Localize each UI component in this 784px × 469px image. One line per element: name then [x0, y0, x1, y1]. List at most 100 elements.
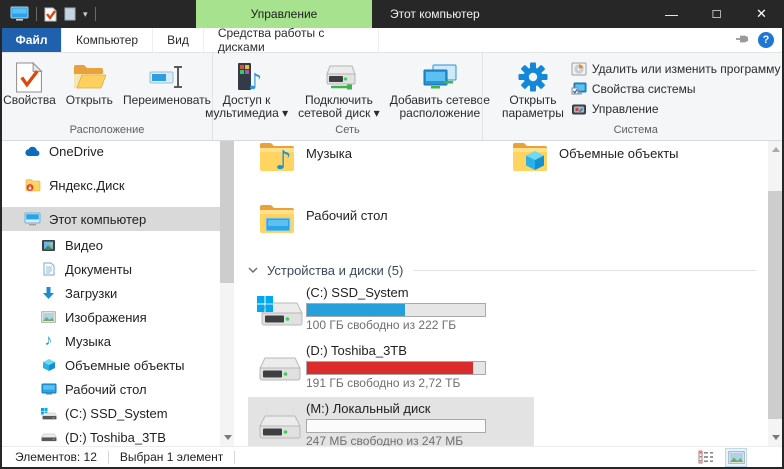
files-pane: ♪ Музыка Объемные объекты Рабочий стол: [234, 141, 768, 446]
new-folder-shortcut-icon[interactable]: [64, 7, 76, 21]
system-properties-icon: [571, 81, 587, 97]
section-header-rule: [413, 270, 756, 271]
tab-file[interactable]: Файл: [2, 28, 62, 52]
rename-label: Переименовать: [123, 94, 211, 107]
drive-name: (C:) SSD_System: [306, 285, 486, 301]
media-access-button[interactable]: ♪ Доступ к мультимедиа ▾: [200, 57, 293, 120]
ribbon-group-system: Открыть параметры Удалить или изменить п…: [482, 53, 784, 140]
ribbon: Свойства Открыть Переименовать Расположе…: [2, 53, 782, 141]
sidebar-label: Яндекс.Диск: [49, 178, 125, 193]
manage-button[interactable]: Управление: [571, 101, 781, 117]
drive-usage-bar: [306, 303, 486, 317]
navigation-scrollbar-down-icon[interactable]: [224, 435, 232, 440]
open-button[interactable]: Открыть: [61, 57, 118, 107]
sidebar-label: (C:) SSD_System: [65, 406, 168, 421]
status-items-count: Элементов: 12: [15, 450, 97, 464]
tab-computer[interactable]: Компьютер: [62, 28, 153, 52]
open-settings-button[interactable]: Открыть параметры: [497, 57, 569, 120]
minimize-button[interactable]: —: [649, 0, 694, 28]
main-scrollbar-up-icon[interactable]: [772, 147, 780, 152]
details-view-button[interactable]: [696, 449, 716, 466]
folder-tile-desktop[interactable]: Рабочий стол: [248, 199, 501, 261]
window-title: Этот компьютер: [390, 0, 480, 28]
folder-label: Рабочий стол: [306, 199, 388, 223]
drive-name: (D:) Toshiba_3TB: [306, 343, 486, 359]
map-network-drive-button[interactable]: Подключить сетевой диск ▾: [293, 57, 385, 120]
section-collapse-chevron-icon[interactable]: [248, 267, 258, 273]
download-arrow-icon: [40, 286, 57, 300]
onedrive-cloud-icon: [24, 146, 41, 157]
properties-shortcut-icon[interactable]: [44, 7, 57, 22]
drive-c-icon: [252, 283, 306, 337]
ribbon-group-network: ♪ Доступ к мультимедиа ▾ Подключить сете…: [212, 53, 482, 140]
drive-tile-d[interactable]: (D:) Toshiba_3TB 191 ГБ свободно из 2,72…: [248, 339, 534, 397]
drive-tile-m[interactable]: (M:) Локальный диск 247 МБ свободно из 2…: [248, 397, 534, 446]
drive-free-space: 247 МБ свободно из 247 МБ: [306, 434, 486, 446]
folder-label: Музыка: [306, 141, 352, 161]
properties-button[interactable]: Свойства: [0, 57, 61, 107]
tab-disk-tools[interactable]: Средства работы с дисками: [204, 28, 379, 52]
system-properties-label: Свойства системы: [592, 82, 696, 96]
main-scrollbar[interactable]: [768, 141, 782, 446]
add-network-location-label-2: расположение: [400, 107, 481, 120]
navigation-scrollbar-thumb[interactable]: [220, 141, 234, 283]
uninstall-program-button[interactable]: Удалить или изменить программу: [571, 61, 781, 77]
sidebar-item-onedrive[interactable]: OneDrive: [2, 141, 220, 163]
folder-label: Объемные объекты: [559, 141, 679, 161]
sidebar-item-pictures[interactable]: Изображения: [2, 305, 220, 329]
sidebar-label: Загрузки: [65, 286, 117, 301]
sidebar-item-desktop[interactable]: Рабочий стол: [2, 377, 220, 401]
this-pc-icon[interactable]: [10, 6, 29, 22]
drive-usage-bar: [306, 361, 486, 375]
folder-tile-3d-objects[interactable]: Объемные объекты: [501, 141, 754, 199]
close-button[interactable]: ✕: [739, 0, 784, 28]
video-icon: [40, 239, 57, 252]
contextual-tab-header[interactable]: Управление: [196, 0, 372, 28]
main-scrollbar-down-icon[interactable]: [772, 435, 780, 440]
drive-usage-bar: [306, 419, 486, 433]
drive-m-icon: [252, 399, 306, 446]
sidebar-label: Изображения: [65, 310, 147, 325]
sidebar-label: (D:) Toshiba_3TB: [65, 430, 166, 445]
manage-label: Управление: [592, 102, 659, 116]
drive-tile-c[interactable]: (C:) SSD_System 100 ГБ свободно из 222 Г…: [248, 281, 534, 339]
system-drive-icon: [40, 407, 57, 420]
uninstall-program-label: Удалить или изменить программу: [592, 62, 781, 76]
sidebar-item-video[interactable]: Видео: [2, 233, 220, 257]
network-location-icon: [422, 60, 458, 94]
tab-view[interactable]: Вид: [153, 28, 204, 52]
sidebar-item-3d-objects[interactable]: Объемные объекты: [2, 353, 220, 377]
cube-icon: [40, 358, 57, 372]
drive-usage-fill: [307, 362, 473, 374]
document-icon: [40, 262, 57, 276]
folder-tile-music[interactable]: ♪ Музыка: [248, 141, 501, 199]
sidebar-item-downloads[interactable]: Загрузки: [2, 281, 220, 305]
qat-separator: [95, 7, 96, 21]
thumbnail-view-button[interactable]: [726, 449, 746, 466]
drive-usage-fill: [307, 304, 405, 316]
add-network-location-button[interactable]: Добавить сетевое расположение: [385, 57, 495, 120]
help-icon[interactable]: ?: [758, 32, 774, 48]
sidebar-item-music[interactable]: ♪ Музыка: [2, 329, 220, 353]
sidebar-item-this-pc[interactable]: Этот компьютер: [2, 207, 220, 231]
sidebar-item-documents[interactable]: Документы: [2, 257, 220, 281]
pin-ribbon-icon[interactable]: [735, 33, 750, 48]
this-pc-monitor-icon: [24, 212, 41, 226]
maximize-button[interactable]: ☐: [694, 0, 739, 28]
map-network-drive-label-2: сетевой диск ▾: [298, 107, 380, 120]
desktop-folder-icon: [248, 199, 306, 235]
navigation-scrollbar[interactable]: [220, 141, 234, 446]
qat-customize-chevron-icon[interactable]: ▾: [83, 9, 88, 20]
sidebar-item-drive-c[interactable]: (C:) SSD_System: [2, 401, 220, 425]
system-properties-button[interactable]: Свойства системы: [571, 81, 781, 97]
pictures-icon: [40, 311, 57, 323]
drive-d-icon: [252, 341, 306, 395]
sidebar-item-yandex-disk[interactable]: Яндекс.Диск: [2, 173, 220, 197]
media-access-icon: ♪: [231, 60, 263, 94]
sidebar-label: Музыка: [65, 334, 111, 349]
network-drive-icon: [321, 60, 357, 94]
sidebar-item-drive-d[interactable]: (D:) Toshiba_3TB: [2, 425, 220, 446]
open-folder-icon: [72, 60, 106, 94]
main-scrollbar-thumb[interactable]: [768, 191, 782, 419]
settings-gear-icon: [517, 60, 549, 94]
